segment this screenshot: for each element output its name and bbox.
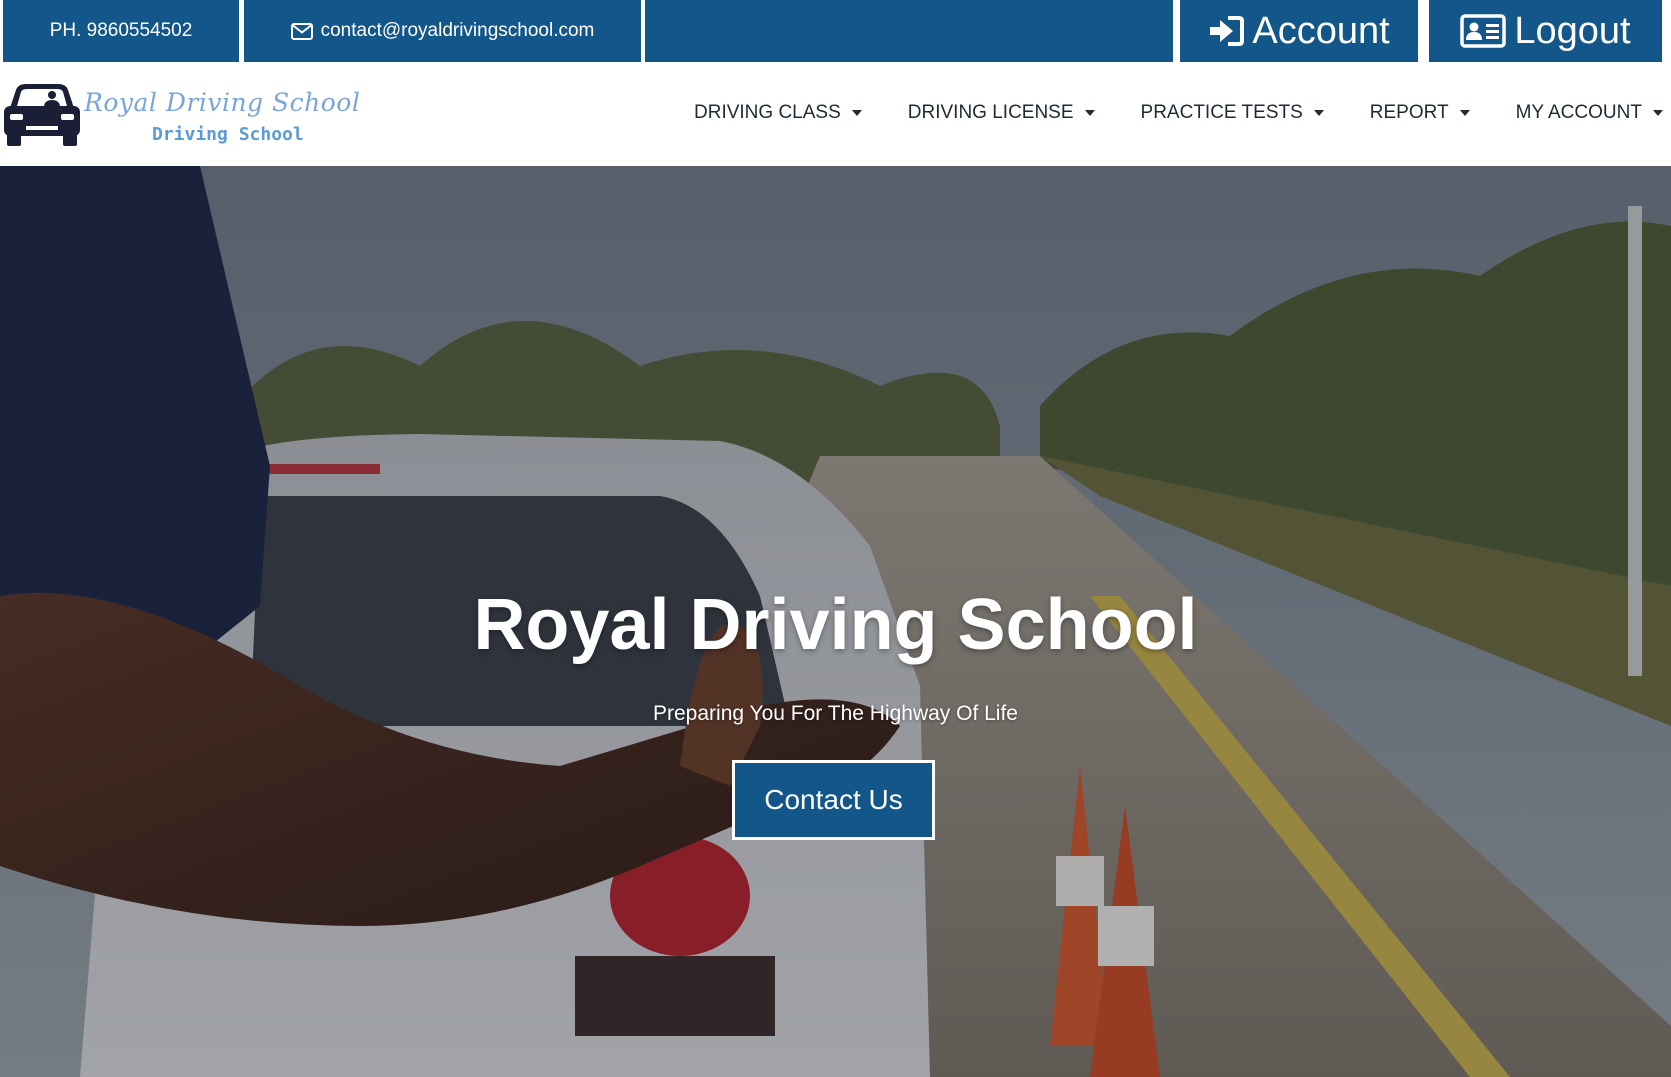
nav-menu: DRIVING CLASS DRIVING LICENSE PRACTICE T… [694,102,1663,124]
nav-practice-tests[interactable]: PRACTICE TESTS [1141,102,1324,124]
hero-subtitle: Preparing You For The Highway Of Life [653,702,1018,725]
caret-down-icon [1652,110,1663,116]
nav-report[interactable]: REPORT [1370,102,1470,124]
hero-title: Royal Driving School [473,585,1198,665]
nav-driving-class[interactable]: DRIVING CLASS [694,102,862,124]
caret-down-icon [1459,110,1470,116]
brand-subtitle: Driving School [152,124,304,145]
email-text: contact@royaldrivingschool.com [320,20,595,41]
phone-number[interactable]: PH. 9860554502 [3,0,239,62]
phone-text: PH. 9860554502 [49,20,193,41]
envelope-icon [290,22,313,40]
nav-driving-license[interactable]: DRIVING LICENSE [908,102,1095,124]
brand-logo[interactable]: Royal Driving School Driving School [0,82,360,153]
nav-driving-class-label: DRIVING CLASS [694,102,841,123]
topbar-spacer [645,0,1173,62]
contact-us-button[interactable]: Contact Us [732,760,935,840]
id-card-icon [1460,14,1507,48]
nav-my-account-label: MY ACCOUNT [1515,102,1642,123]
top-contact-bar: PH. 9860554502 contact@royaldrivingschoo… [0,0,1671,62]
main-navbar: Royal Driving School Driving School DRIV… [0,62,1671,166]
account-label: Account [1252,9,1390,52]
nav-my-account[interactable]: MY ACCOUNT [1516,102,1663,124]
caret-down-icon [1313,110,1324,116]
logout-label: Logout [1514,9,1631,52]
caret-down-icon [1084,110,1095,116]
hero-banner: Royal Driving School Preparing You For T… [0,166,1671,1077]
car-icon [2,82,82,153]
account-button[interactable]: Account [1177,0,1421,62]
logout-button[interactable]: Logout [1426,0,1665,62]
nav-report-label: REPORT [1369,102,1449,123]
nav-practice-tests-label: PRACTICE TESTS [1140,102,1303,123]
sign-in-icon [1208,15,1245,47]
caret-down-icon [851,110,862,116]
brand-script-text: Royal Driving School [84,88,361,117]
email-link[interactable]: contact@royaldrivingschool.com [244,0,641,62]
nav-driving-license-label: DRIVING LICENSE [907,102,1074,123]
